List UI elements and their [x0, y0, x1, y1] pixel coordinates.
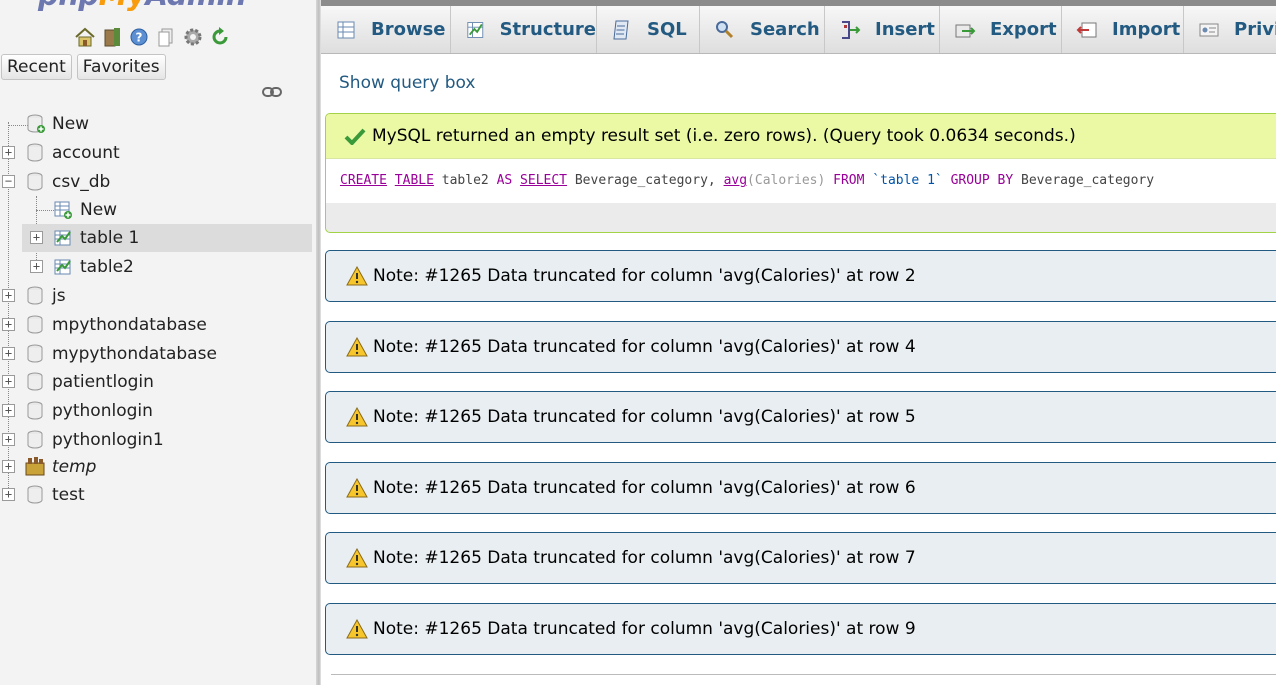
- database-icon: [27, 172, 43, 191]
- tab-insert[interactable]: Insert: [825, 6, 940, 53]
- show-query-box-link[interactable]: Show query box: [339, 73, 475, 93]
- expand-icon[interactable]: +: [30, 231, 43, 244]
- warning-icon: [346, 548, 368, 568]
- tree-db-pythonlogin1[interactable]: + pythonlogin1: [0, 426, 316, 454]
- svg-text:?: ?: [136, 31, 143, 45]
- phpmyadmin-logo[interactable]: phpMyAdmin: [38, 0, 247, 12]
- main-content: Browse Structure SQL Search Insert Expor…: [321, 0, 1276, 685]
- warning-note: Note: #1265 Data truncated for column 'a…: [325, 462, 1276, 514]
- expand-icon[interactable]: +: [2, 460, 15, 473]
- recent-button[interactable]: Recent: [1, 54, 72, 80]
- warning-note: Note: #1265 Data truncated for column 'a…: [325, 391, 1276, 443]
- warning-note: Note: #1265 Data truncated for column 'a…: [325, 532, 1276, 584]
- reload-icon[interactable]: [209, 26, 231, 48]
- expand-icon[interactable]: +: [2, 404, 15, 417]
- temp-schema-icon: [25, 457, 45, 476]
- home-icon[interactable]: [74, 26, 96, 48]
- expand-icon[interactable]: +: [2, 488, 15, 501]
- tab-structure[interactable]: Structure: [451, 6, 597, 53]
- warning-note: Note: #1265 Data truncated for column 'a…: [325, 321, 1276, 373]
- tree-db-temp[interactable]: + temp: [0, 453, 316, 481]
- database-icon: [27, 430, 43, 449]
- top-menu: Browse Structure SQL Search Insert Expor…: [321, 6, 1276, 54]
- database-icon: [27, 143, 43, 162]
- favorites-button[interactable]: Favorites: [76, 54, 166, 80]
- structure-icon: [467, 21, 484, 38]
- insert-icon: [842, 20, 861, 39]
- warning-note: Note: #1265 Data truncated for column 'a…: [325, 603, 1276, 655]
- expand-icon[interactable]: +: [30, 260, 43, 273]
- database-icon: [27, 401, 43, 420]
- tab-import[interactable]: Import: [1062, 6, 1184, 53]
- tab-search[interactable]: Search: [700, 6, 825, 53]
- link-icon[interactable]: [262, 86, 282, 98]
- settings-icon[interactable]: [182, 26, 204, 48]
- expand-icon[interactable]: +: [2, 433, 15, 446]
- database-icon: [27, 286, 43, 305]
- tree-table-table-1[interactable]: + table 1: [22, 224, 312, 252]
- tree-db-test[interactable]: + test: [0, 481, 316, 509]
- tree-db-patientlogin[interactable]: + patientlogin: [0, 368, 316, 396]
- tree-table-table2[interactable]: + table2: [0, 253, 316, 281]
- collapse-icon[interactable]: −: [2, 175, 15, 188]
- divider: [331, 674, 1276, 675]
- tab-browse[interactable]: Browse: [321, 6, 451, 53]
- database-icon: [27, 485, 43, 504]
- table-icon: [54, 230, 71, 246]
- database-icon: [27, 344, 43, 363]
- database-icon: [27, 372, 43, 391]
- tree-new-table[interactable]: New: [0, 196, 316, 224]
- expand-icon[interactable]: +: [2, 347, 15, 360]
- success-message-box: MySQL returned an empty result set (i.e.…: [325, 113, 1276, 233]
- tree-db-pythonlogin[interactable]: + pythonlogin: [0, 397, 316, 425]
- import-icon: [1076, 22, 1097, 37]
- search-icon: [716, 20, 734, 38]
- new-table-icon: [54, 201, 72, 219]
- expand-icon[interactable]: +: [2, 146, 15, 159]
- warning-icon: [346, 619, 368, 639]
- docs-icon[interactable]: [155, 26, 177, 48]
- warning-icon: [346, 266, 368, 286]
- new-database-icon: [27, 114, 45, 133]
- expand-icon[interactable]: +: [2, 375, 15, 388]
- navigation-panel: phpMyAdmin ? Recent Favorites: [0, 0, 316, 685]
- warning-note: Note: #1265 Data truncated for column 'a…: [325, 250, 1276, 302]
- expand-icon[interactable]: +: [2, 318, 15, 331]
- sql-icon: [613, 20, 629, 39]
- expand-icon[interactable]: +: [2, 289, 15, 302]
- exit-icon[interactable]: [101, 26, 123, 48]
- privileges-icon: [1199, 23, 1219, 36]
- checkmark-icon: [344, 128, 366, 145]
- tab-export[interactable]: Export: [940, 6, 1062, 53]
- warning-icon: [346, 478, 368, 498]
- tree-new-database[interactable]: New: [0, 110, 316, 138]
- table-icon: [54, 259, 71, 275]
- quick-icons: ?: [74, 26, 231, 48]
- tab-sql[interactable]: SQL: [597, 6, 700, 53]
- tree-db-mpythondatabase[interactable]: + mpythondatabase: [0, 311, 316, 339]
- warning-icon: [346, 407, 368, 427]
- help-icon[interactable]: ?: [128, 26, 150, 48]
- tree-db-mypythondatabase[interactable]: + mypythondatabase: [0, 340, 316, 368]
- sql-query-text: CREATE TABLE table2 AS SELECT Beverage_c…: [326, 159, 1276, 203]
- export-icon: [955, 24, 976, 37]
- warning-icon: [346, 337, 368, 357]
- success-message-text: MySQL returned an empty result set (i.e.…: [372, 126, 1076, 146]
- tree-db-js[interactable]: + js: [0, 282, 316, 310]
- database-icon: [27, 315, 43, 334]
- tree-db-csv_db[interactable]: − csv_db: [0, 168, 316, 196]
- tree-db-account[interactable]: + account: [0, 139, 316, 167]
- tab-privileges[interactable]: Privi: [1184, 6, 1276, 53]
- browse-icon: [337, 21, 355, 38]
